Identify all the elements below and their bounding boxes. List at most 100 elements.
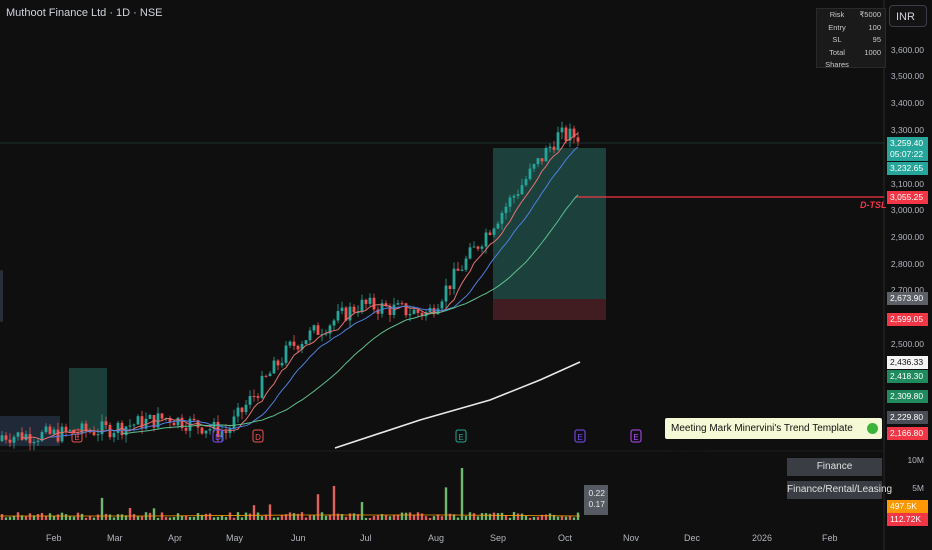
volume-bar [424, 516, 428, 520]
event-marker-label: E [633, 433, 638, 442]
candle [184, 427, 188, 431]
volume-bar [204, 513, 208, 520]
volume-bar [508, 517, 512, 520]
ma-green-tag-2: 2,309.80 [887, 390, 928, 403]
candle [240, 407, 244, 413]
candle [292, 341, 296, 346]
volume-bar [276, 517, 280, 520]
volume-bar [104, 513, 108, 520]
price-tick: 3,300.00 [890, 125, 924, 135]
volume-bar [344, 516, 348, 520]
grey-tag: 2,229.80 [887, 411, 928, 424]
volume-bar [412, 515, 416, 520]
volume-bar [260, 516, 264, 520]
candle [148, 414, 152, 419]
volume-bar [504, 515, 508, 520]
volume-bar [64, 514, 68, 520]
volume-bar [312, 515, 316, 520]
volume-bar [532, 516, 536, 520]
candle [492, 228, 496, 235]
candle [108, 424, 112, 438]
price-tick: 3,100.00 [890, 179, 924, 189]
candle [288, 341, 292, 346]
candle [400, 303, 404, 305]
volume-bar [112, 517, 116, 520]
candle [340, 307, 344, 312]
volume-bar [92, 517, 96, 520]
candle [336, 311, 340, 321]
volume-bar [48, 513, 52, 520]
volume-bar [148, 512, 152, 520]
volume-bar [528, 517, 532, 520]
volume-bar [372, 515, 376, 520]
entry-tag: 2,673.90 [887, 292, 928, 305]
volume-bar [352, 513, 356, 520]
candle [316, 325, 320, 335]
volume-bar [84, 517, 88, 520]
candle [116, 422, 120, 433]
candle [532, 164, 536, 169]
volume-bar [288, 512, 292, 520]
volume-bar [512, 512, 516, 520]
volume-bar [348, 513, 352, 520]
volume-bar [100, 497, 104, 520]
risk-row: Risk ₹5000 [829, 10, 881, 19]
volume-bar [524, 515, 528, 520]
currency-button[interactable]: INR [889, 5, 927, 27]
left-pane-handle[interactable] [0, 270, 3, 322]
candle [536, 158, 540, 165]
volume-bar [488, 513, 492, 520]
candle [280, 362, 284, 366]
volume-bar [240, 517, 244, 520]
volume-bar [236, 512, 240, 520]
event-marker-label: E [74, 433, 79, 442]
candle [488, 232, 492, 235]
volume-bar [364, 517, 368, 520]
volume-bar [132, 514, 136, 520]
volume-bar [324, 515, 328, 520]
candle [0, 435, 4, 442]
volume-bar [384, 515, 388, 520]
minervini-criteria-box: Meeting Mark Minervini's Trend Template … [665, 418, 882, 455]
month-label: Oct [558, 533, 573, 543]
candle [408, 313, 412, 316]
candle [232, 416, 236, 429]
candle [204, 430, 208, 434]
candle [500, 212, 504, 224]
candle [264, 375, 268, 377]
candle [468, 247, 472, 259]
volume-bar [460, 468, 464, 520]
candle [548, 146, 552, 149]
countdown-tag: 05:07:22 [887, 148, 928, 161]
month-label: Dec [684, 533, 701, 543]
price-tick: 2,800.00 [890, 259, 924, 269]
volume-bar [360, 502, 364, 520]
volume-bar [4, 517, 8, 520]
candle [4, 435, 8, 440]
candle [404, 303, 408, 316]
volume-bar [492, 512, 496, 520]
volume-bar [476, 516, 480, 520]
volume-tick: 10M [907, 455, 924, 465]
candle [68, 430, 72, 432]
volume-bar [168, 517, 172, 520]
volume-bar [196, 513, 200, 520]
volume-bar [404, 512, 408, 520]
volume-bar [156, 517, 160, 520]
candle [440, 301, 444, 309]
volume-bar [40, 512, 44, 520]
candle [412, 309, 416, 314]
volume-bar [420, 513, 424, 520]
volume-bar [484, 513, 488, 520]
volume-bar [128, 507, 132, 520]
candle [560, 127, 564, 133]
volume-bar [560, 516, 564, 520]
volume-bar [416, 512, 420, 520]
symbol-title[interactable]: Muthoot Finance Ltd · 1D · NSE [6, 7, 163, 19]
candle [8, 439, 12, 443]
candle [312, 325, 316, 331]
volume-bar [368, 517, 372, 520]
candle [524, 179, 528, 186]
volume-bar [212, 517, 216, 520]
candle [284, 345, 288, 363]
